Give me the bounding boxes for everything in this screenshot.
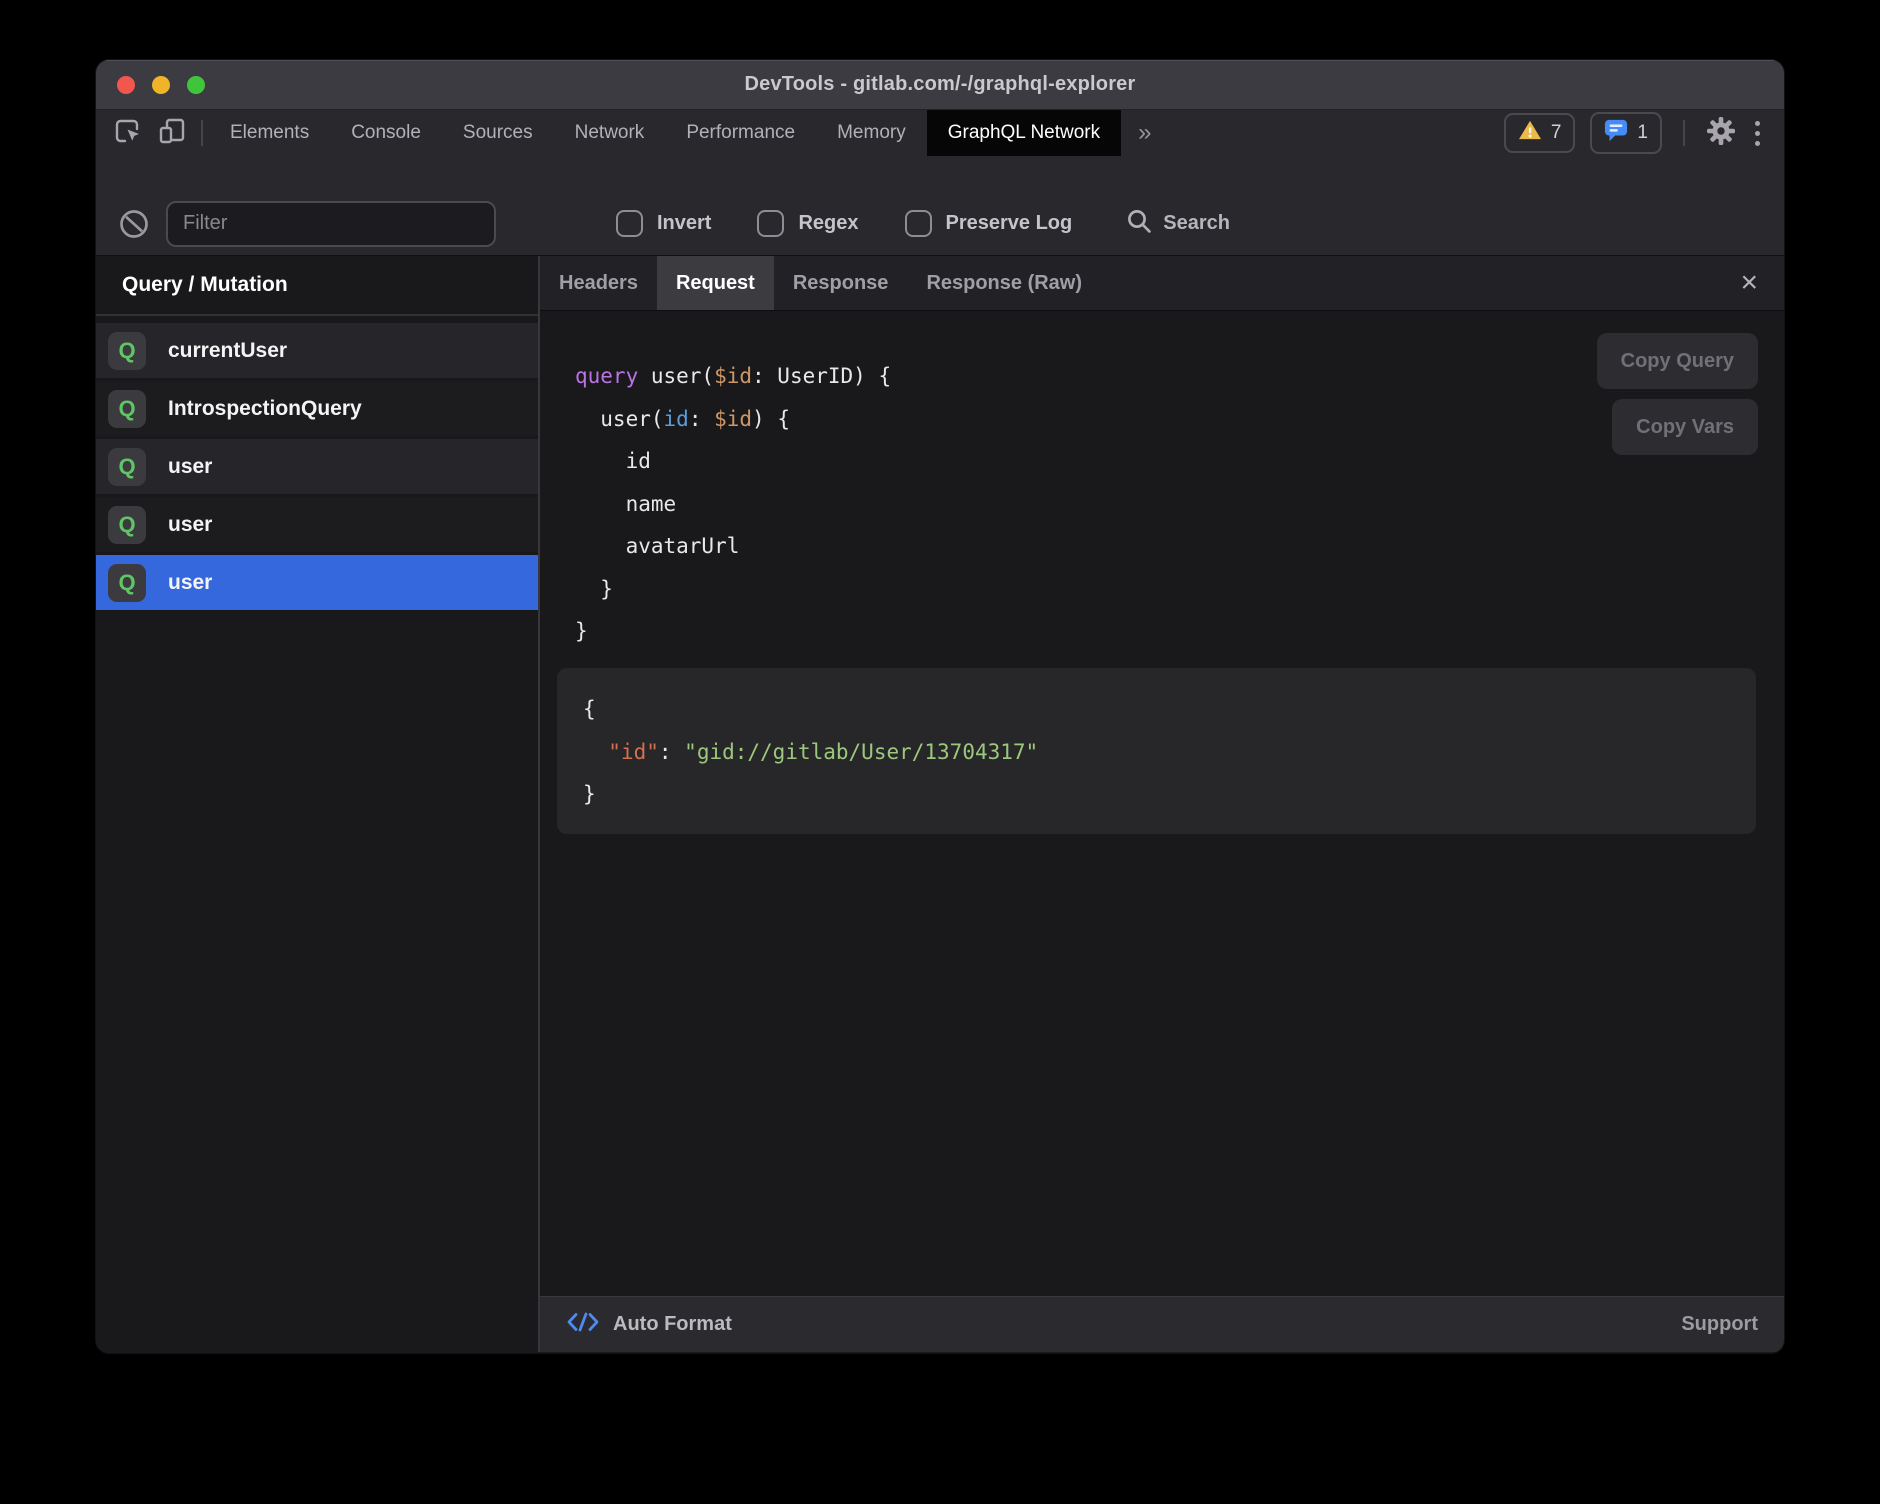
graphql-query-code: query user($id: UserID) { user(id: $id) … xyxy=(575,355,891,653)
query-list: QcurrentUserQIntrospectionQueryQuserQuse… xyxy=(96,316,538,613)
copy-vars-button[interactable]: Copy Vars xyxy=(1612,399,1758,455)
query-list-item-introspectionquery-1[interactable]: Q IntrospectionQuery xyxy=(96,381,538,436)
more-tabs-chevron[interactable]: » xyxy=(1121,110,1168,156)
query-sidebar: Query / Mutation QcurrentUserQIntrospect… xyxy=(96,256,540,1352)
warning-count: 7 xyxy=(1551,122,1562,144)
close-window-button[interactable] xyxy=(117,76,135,94)
auto-format-label: Auto Format xyxy=(613,1313,732,1336)
devtools-window: DevTools - gitlab.com/-/graphql-explorer xyxy=(96,60,1784,1353)
devtools-tab-list: ElementsConsoleSourcesNetworkPerformance… xyxy=(209,110,1121,156)
query-type-badge: Q xyxy=(108,390,146,428)
checkbox-preserve-log[interactable]: Preserve Log xyxy=(905,210,1073,237)
query-name-label: user xyxy=(168,513,212,537)
copy-query-button[interactable]: Copy Query xyxy=(1597,333,1758,389)
minimize-window-button[interactable] xyxy=(152,76,170,94)
devtools-tab-elements[interactable]: Elements xyxy=(209,110,330,156)
devtools-toolbar-icons xyxy=(96,110,195,156)
devtools-tab-console[interactable]: Console xyxy=(330,110,442,156)
toolbar-divider xyxy=(201,120,203,146)
devtools-tabbar: ElementsConsoleSourcesNetworkPerformance… xyxy=(96,110,1784,156)
close-panel-icon[interactable]: × xyxy=(1732,256,1766,310)
filter-checkbox-row: Invert Regex Preserve Log xyxy=(616,210,1072,237)
checkbox-box[interactable] xyxy=(905,210,932,237)
checkbox-label: Invert xyxy=(657,212,711,235)
query-list-item-user-2[interactable]: Quser xyxy=(96,439,538,494)
toolbar-divider xyxy=(1683,120,1685,146)
message-bubble-icon xyxy=(1604,118,1628,148)
request-tab-content: query user($id: UserID) { user(id: $id) … xyxy=(540,311,1784,1296)
checkbox-invert[interactable]: Invert xyxy=(616,210,711,237)
query-type-badge: Q xyxy=(108,448,146,486)
detail-tab-request[interactable]: Request xyxy=(657,256,774,310)
detail-tab-strip: HeadersRequestResponseResponse (Raw) × xyxy=(540,256,1784,311)
more-options-kebab-icon[interactable] xyxy=(1751,121,1764,146)
window-title: DevTools - gitlab.com/-/graphql-explorer xyxy=(744,73,1135,96)
detail-tab-response[interactable]: Response xyxy=(774,256,908,310)
settings-gear-icon[interactable] xyxy=(1706,116,1736,151)
checkbox-box[interactable] xyxy=(616,210,643,237)
auto-format-button[interactable]: Auto Format xyxy=(566,1310,732,1339)
copy-buttons: Copy Query Copy Vars xyxy=(1597,333,1758,455)
panel-statusbar: Auto Format Support xyxy=(540,1296,1784,1352)
query-type-badge: Q xyxy=(108,506,146,544)
warnings-badge[interactable]: 7 xyxy=(1504,113,1576,153)
devtools-tab-graphql-network[interactable]: GraphQL Network xyxy=(927,110,1121,156)
code-brackets-icon xyxy=(566,1310,600,1339)
query-variables-code: { "id": "gid://gitlab/User/13704317"} xyxy=(557,668,1756,836)
clear-block-icon[interactable] xyxy=(118,208,150,240)
issues-badge[interactable]: 1 xyxy=(1590,112,1662,154)
checkbox-label: Regex xyxy=(798,212,858,235)
filter-toolbar: Invert Regex Preserve Log Search xyxy=(96,156,1784,256)
query-name-label: user xyxy=(168,455,212,479)
support-link[interactable]: Support xyxy=(1681,1313,1758,1336)
detail-tab-headers[interactable]: Headers xyxy=(540,256,657,310)
inspect-element-icon[interactable] xyxy=(112,116,142,151)
query-type-badge: Q xyxy=(108,564,146,602)
sidebar-header: Query / Mutation xyxy=(96,256,538,316)
devtools-tab-memory[interactable]: Memory xyxy=(816,110,927,156)
desktop-background: DevTools - gitlab.com/-/graphql-explorer xyxy=(0,0,1880,1504)
device-toolbar-icon[interactable] xyxy=(157,116,187,151)
checkbox-regex[interactable]: Regex xyxy=(757,210,858,237)
query-variables-box: { "id": "gid://gitlab/User/13704317"} xyxy=(557,668,1756,834)
detail-tab-list: HeadersRequestResponseResponse (Raw) xyxy=(540,256,1101,310)
devtools-tabbar-right: 7 1 xyxy=(1504,110,1784,156)
query-name-label: user xyxy=(168,571,212,595)
message-count: 1 xyxy=(1637,122,1648,144)
checkbox-box[interactable] xyxy=(757,210,784,237)
search-label: Search xyxy=(1163,212,1230,235)
filter-input[interactable] xyxy=(166,201,496,247)
zoom-window-button[interactable] xyxy=(187,76,205,94)
devtools-tab-performance[interactable]: Performance xyxy=(665,110,816,156)
detail-tab-response-raw[interactable]: Response (Raw) xyxy=(907,256,1101,310)
checkbox-label: Preserve Log xyxy=(946,212,1073,235)
query-name-label: IntrospectionQuery xyxy=(168,397,362,421)
query-list-item-user-3[interactable]: Quser xyxy=(96,497,538,552)
query-type-badge: Q xyxy=(108,332,146,370)
window-titlebar: DevTools - gitlab.com/-/graphql-explorer xyxy=(96,60,1784,110)
search-icon xyxy=(1126,208,1153,240)
search-button[interactable]: Search xyxy=(1126,208,1230,240)
traffic-lights xyxy=(117,76,205,94)
devtools-tab-network[interactable]: Network xyxy=(554,110,666,156)
main-split: Query / Mutation QcurrentUserQIntrospect… xyxy=(96,256,1784,1352)
warning-triangle-icon xyxy=(1518,119,1542,147)
query-list-item-currentuser-0[interactable]: QcurrentUser xyxy=(96,323,538,378)
request-detail-panel: HeadersRequestResponseResponse (Raw) × q… xyxy=(540,256,1784,1352)
query-list-item-user-4[interactable]: Quser xyxy=(96,555,538,610)
query-name-label: currentUser xyxy=(168,339,287,363)
devtools-tab-sources[interactable]: Sources xyxy=(442,110,554,156)
